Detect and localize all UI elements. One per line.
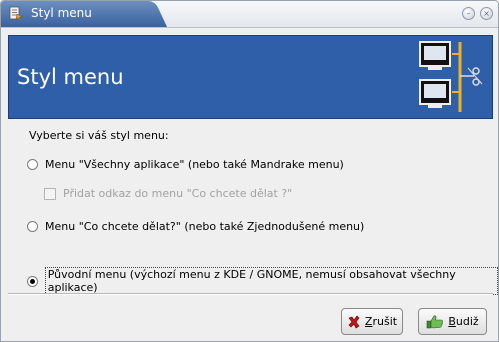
ok-button[interactable]: Budiž bbox=[418, 308, 487, 335]
add-link-checkbox-label: Přidat odkaz do menu "Co chcete dělat ?" bbox=[63, 187, 293, 200]
option-label[interactable]: Menu "Všechny aplikace" (nebo také Mandr… bbox=[45, 158, 344, 171]
banner-heading: Styl menu bbox=[17, 65, 124, 89]
option-label[interactable]: Menu "Co chcete dělat?" (nebo také Zjedn… bbox=[45, 220, 364, 233]
cancel-button[interactable]: Zrušit bbox=[341, 308, 403, 335]
menu-editor-app-icon bbox=[9, 6, 23, 21]
option-original-menu[interactable]: Původní menu (výchozí menu z KDE / GNOME… bbox=[27, 267, 498, 295]
radio-all-applications[interactable] bbox=[27, 159, 38, 170]
radio-what-to-do[interactable] bbox=[27, 221, 38, 232]
header-banner: Styl menu bbox=[8, 35, 493, 119]
instruction-text: Vyberte si váš styl menu: bbox=[29, 129, 169, 142]
close-icon[interactable]: × bbox=[480, 7, 493, 20]
radio-original-menu[interactable] bbox=[27, 275, 38, 287]
minimize-icon[interactable]: – bbox=[462, 7, 475, 20]
option-label[interactable]: Původní menu (výchozí menu z KDE / GNOME… bbox=[44, 267, 498, 295]
cancel-label: rušit bbox=[372, 315, 398, 328]
thumbs-up-icon bbox=[427, 315, 444, 328]
add-link-checkbox bbox=[44, 187, 56, 200]
option-all-applications[interactable]: Menu "Všechny aplikace" (nebo také Mandr… bbox=[27, 158, 344, 171]
window-title: Styl menu bbox=[31, 6, 92, 20]
divider bbox=[8, 293, 493, 295]
option-what-to-do[interactable]: Menu "Co chcete dělat?" (nebo také Zjedn… bbox=[27, 220, 364, 233]
dialog-window: Styl menu – × Styl menu Vyberte si váš s… bbox=[0, 0, 499, 342]
ok-label: udiž bbox=[455, 315, 479, 328]
ok-mnemonic: B bbox=[448, 315, 456, 328]
cross-icon bbox=[348, 315, 360, 328]
add-link-checkbox-row: Přidat odkaz do menu "Co chcete dělat ?" bbox=[44, 187, 292, 200]
titlebar[interactable]: Styl menu – × bbox=[1, 1, 498, 28]
monitors-network-icon bbox=[419, 41, 483, 112]
